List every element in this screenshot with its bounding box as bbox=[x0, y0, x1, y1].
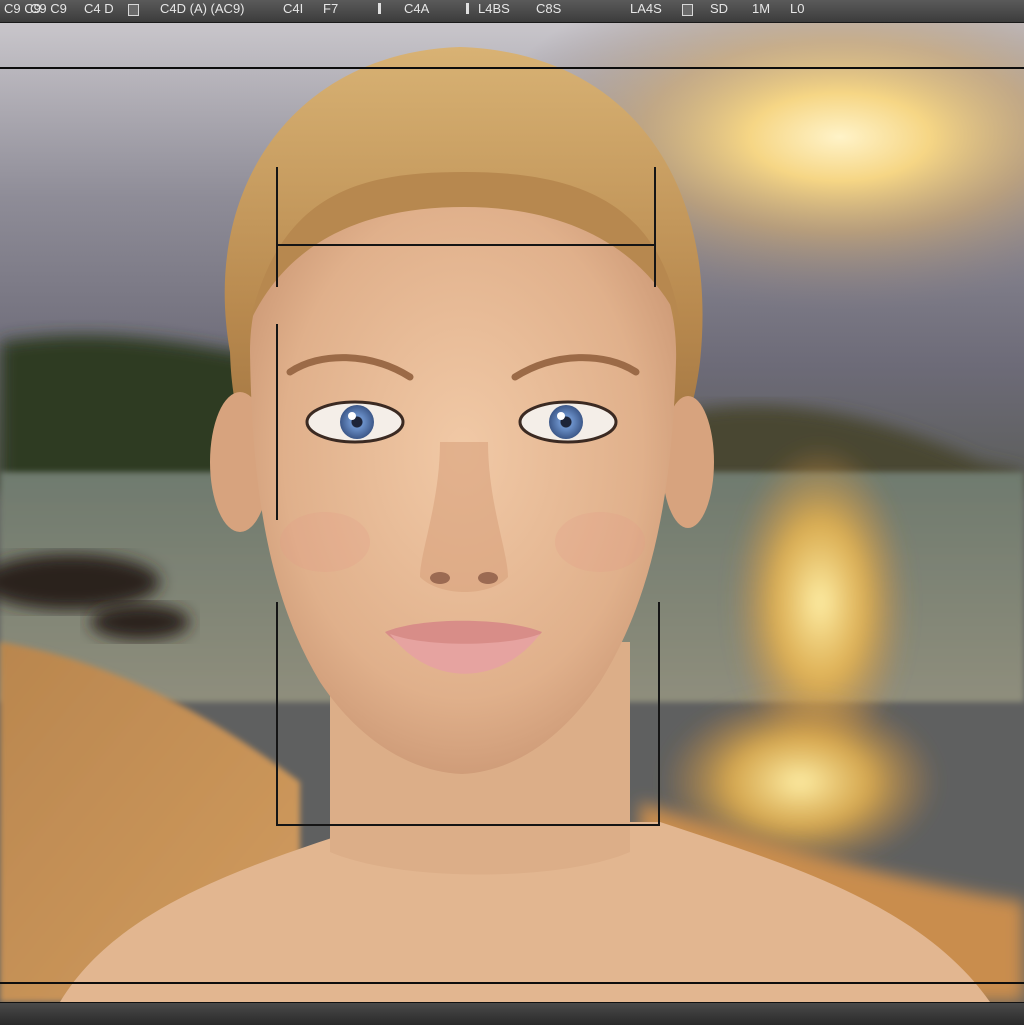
toolbar-separator-icon bbox=[378, 3, 381, 14]
rendered-portrait-image bbox=[0, 22, 1024, 1002]
toolbar-item-3[interactable]: C4 D bbox=[84, 0, 114, 22]
toolbar-item-14[interactable]: L0 bbox=[790, 0, 804, 22]
toolbar-square-button[interactable] bbox=[128, 4, 139, 16]
render-viewport[interactable] bbox=[0, 22, 1024, 1002]
toolbar-item-8[interactable]: C4A bbox=[404, 0, 429, 22]
frame-border-top bbox=[0, 67, 1024, 69]
toolbar-separator-icon bbox=[466, 3, 469, 14]
toolbar-item-7[interactable]: F7 bbox=[323, 0, 338, 22]
crop-guide-bottom-box[interactable] bbox=[276, 602, 660, 826]
toolbar-item-4[interactable]: C4D (A) (AC9) bbox=[160, 0, 245, 22]
crop-guide-left-top[interactable] bbox=[276, 167, 278, 287]
toolbar-item-2[interactable]: C9 C9 bbox=[30, 0, 67, 22]
toolbar-item-6[interactable]: C4I bbox=[283, 0, 303, 22]
toolbar-item-10[interactable]: C8S bbox=[536, 0, 561, 22]
toolbar-square-button[interactable] bbox=[682, 4, 693, 16]
frame-border-bottom bbox=[0, 982, 1024, 984]
toolbar-item-11[interactable]: LA4S bbox=[630, 0, 662, 22]
toolbar-item-12[interactable]: SD bbox=[710, 0, 728, 22]
crop-guide-top-line[interactable] bbox=[276, 244, 656, 246]
crop-guide-left-mid[interactable] bbox=[276, 324, 278, 520]
crop-guide-right-top[interactable] bbox=[654, 167, 656, 287]
toolbar-item-13[interactable]: 1M bbox=[752, 0, 770, 22]
toolbar-item-9[interactable]: L4BS bbox=[478, 0, 510, 22]
bottom-status-bar bbox=[0, 1002, 1024, 1025]
top-toolbar: C9 C9 C9 C9 C4 D C4D (A) (AC9) C4I F7 C4… bbox=[0, 0, 1024, 23]
